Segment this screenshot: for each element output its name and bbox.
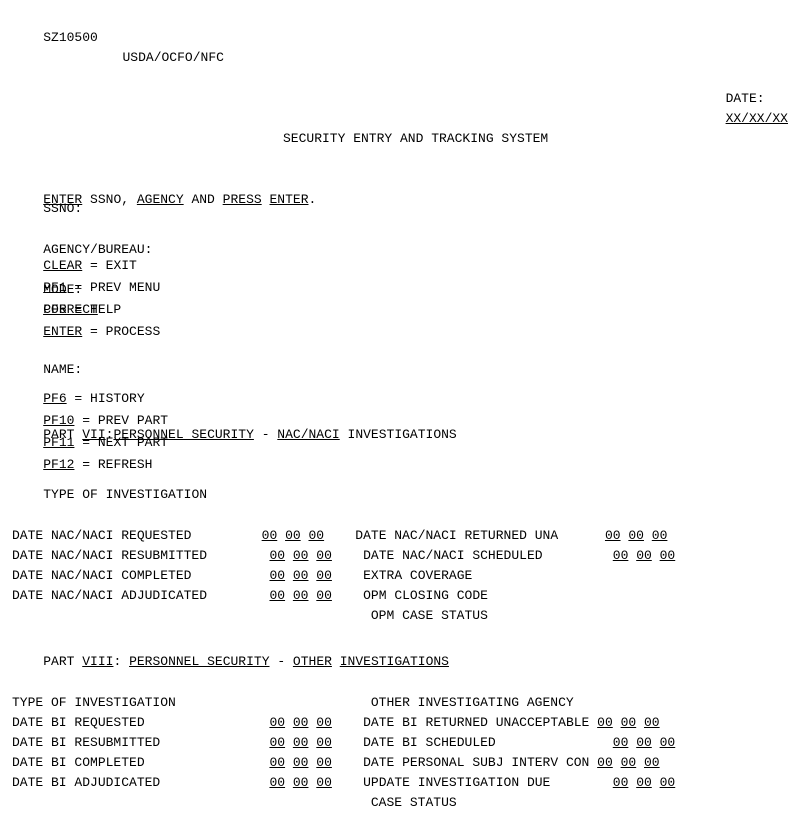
part7-row4: DATE NAC/NACI ADJUDICATED 00 00 00 OPM C… — [12, 586, 788, 606]
part8-title3: INVESTIGATIONS — [332, 654, 449, 669]
pf10-key[interactable]: PF10 — [43, 413, 74, 428]
header-row1: SZ10500 USDA/OCFO/NFC DATE: XX/XX/XX — [12, 8, 788, 109]
part8-row2: DATE BI RESUBMITTED 00 00 00 DATE BI SCH… — [12, 733, 788, 753]
part7-row2: DATE NAC/NACI RESUBMITTED 00 00 00 DATE … — [12, 546, 788, 566]
pf12-key[interactable]: PF12 — [43, 457, 74, 472]
footer-line1: CLEAR = EXIT PF1 = PREV MENU PF5 = HELP … — [12, 233, 788, 366]
part8-title2: OTHER — [293, 654, 332, 669]
part8-type-row: TYPE OF INVESTIGATION OTHER INVESTIGATIN… — [12, 693, 788, 713]
part8-row4: DATE BI ADJUDICATED 00 00 00 UPDATE INVE… — [12, 773, 788, 793]
clear-key[interactable]: CLEAR — [43, 258, 82, 273]
part8-row3: DATE BI COMPLETED 00 00 00 DATE PERSONAL… — [12, 753, 788, 773]
part8-prefix: PART — [43, 654, 82, 669]
part8-num: VIII — [82, 654, 113, 669]
part8-title1: PERSONNEL SECURITY — [121, 654, 269, 669]
date-value: XX/XX/XX — [726, 111, 788, 126]
system-id: SZ10500 — [43, 30, 98, 45]
subtitle: SECURITY ENTRY AND TRACKING SYSTEM — [283, 131, 548, 146]
pf5-key[interactable]: PF5 — [43, 302, 66, 317]
pf1-key[interactable]: PF1 — [43, 280, 66, 295]
agency-name: USDA/OCFO/NFC — [43, 48, 303, 68]
part8-row1: DATE BI REQUESTED 00 00 00 DATE BI RETUR… — [12, 713, 788, 733]
part8-colon: : — [113, 654, 121, 669]
pf6-key[interactable]: PF6 — [43, 391, 66, 406]
footer-instruction: ENTER SSNO, AGENCY AND PRESS ENTER. — [12, 167, 788, 233]
date-label: DATE: — [726, 91, 765, 106]
part8-heading: PART VIII: PERSONNEL SECURITY - OTHER IN… — [12, 632, 788, 692]
part8-row5: CASE STATUS — [12, 793, 788, 813]
part8-dash: - — [270, 654, 293, 669]
header: SZ10500 USDA/OCFO/NFC DATE: XX/XX/XX SEC… — [12, 8, 788, 169]
part7-row1: DATE NAC/NACI REQUESTED 00 00 00 DATE NA… — [12, 526, 788, 546]
header-row2: SECURITY ENTRY AND TRACKING SYSTEM — [12, 109, 788, 169]
part7-row5: OPM CASE STATUS — [12, 606, 788, 626]
part7-row3: DATE NAC/NACI COMPLETED 00 00 00 EXTRA C… — [12, 566, 788, 586]
date-area: DATE: XX/XX/XX — [679, 68, 788, 149]
footer: ENTER SSNO, AGENCY AND PRESS ENTER. CLEA… — [12, 167, 788, 498]
enter-key[interactable]: ENTER — [43, 324, 82, 339]
pf11-key[interactable]: PF11 — [43, 435, 74, 450]
footer-line2: PF6 = HISTORY PF10 = PREV PART PF11 = NE… — [12, 365, 788, 498]
